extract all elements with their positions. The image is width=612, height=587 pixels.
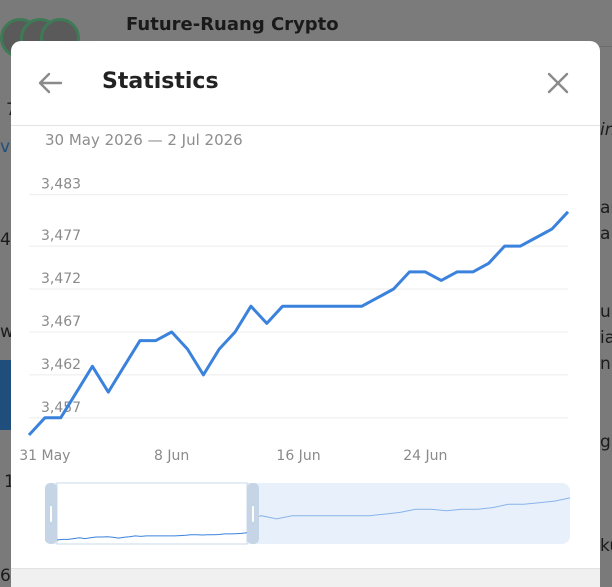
y-tick-label: 3,472 bbox=[41, 271, 81, 287]
statistics-chart[interactable]: 3,457 3,462 3,467 3,472 3,477 3,483 31 May 8 Ju… bbox=[11, 41, 600, 586]
x-tick-label: 16 Jun bbox=[276, 448, 320, 464]
modal-footer-strip bbox=[11, 568, 600, 587]
text-fragment: a bbox=[600, 224, 610, 244]
text-fragment: ku bbox=[600, 536, 612, 556]
text-fragment: up bbox=[600, 302, 612, 322]
y-tick-label: 3,477 bbox=[41, 228, 81, 244]
text-fragment: ar bbox=[600, 198, 612, 218]
chat-title: Future-Ruang Crypto bbox=[126, 14, 339, 35]
y-tick-label: 3,467 bbox=[41, 314, 81, 330]
y-tick-label: 3,483 bbox=[41, 177, 81, 193]
statistics-modal: Statistics 30 May 2026 — 2 Jul 2026 3,45… bbox=[11, 41, 600, 586]
y-tick-label: 3,462 bbox=[41, 357, 81, 373]
text-fragment: n bbox=[600, 354, 611, 374]
x-tick-label: 8 Jun bbox=[154, 448, 189, 464]
series-line bbox=[29, 212, 568, 435]
x-tick-label: 31 May bbox=[19, 448, 70, 464]
text-fragment: in bbox=[600, 120, 612, 140]
text-fragment: ia bbox=[600, 328, 612, 348]
y-tick-label: 3,457 bbox=[41, 400, 81, 416]
x-tick-label: 24 Jun bbox=[403, 448, 447, 464]
text-fragment: g bbox=[600, 432, 611, 452]
